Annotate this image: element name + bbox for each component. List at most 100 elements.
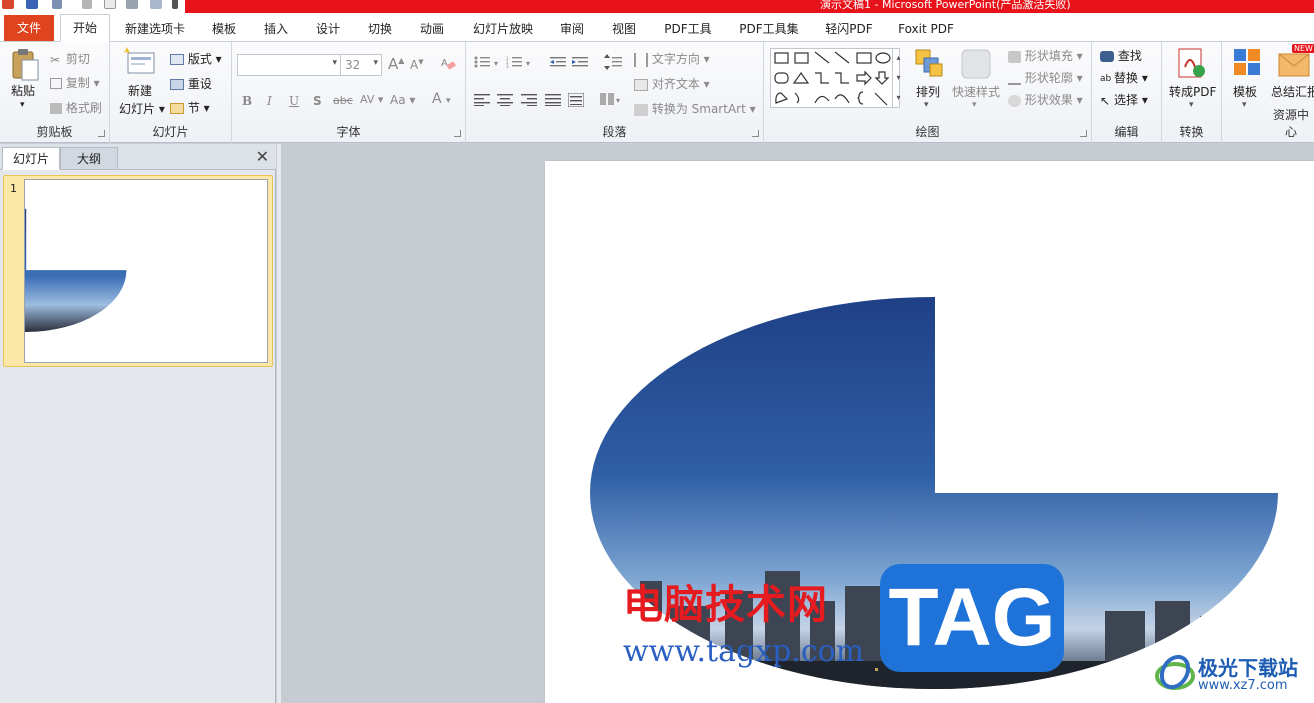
shape-outline-button[interactable]: 形状轮廓 ▾ [1008, 69, 1083, 86]
customize-qat-icon[interactable] [172, 0, 178, 9]
strikethrough-button[interactable]: abc [333, 94, 353, 107]
tab-foxit-pdf[interactable]: Foxit PDF [892, 16, 960, 42]
templates-dropdown[interactable]: ▾ [1242, 100, 1247, 110]
columns-icon[interactable]: ▾ [600, 93, 624, 108]
grow-font-button[interactable]: A▲ [388, 55, 404, 73]
group-font: ▾ 32 ▾ A▲ A▼ A B I U S abc AV ▾ Aa ▾ A ▾… [232, 42, 466, 143]
watermark-url: www.tagxp.com [623, 634, 865, 669]
tab-slideshow[interactable]: 幻灯片放映 [466, 16, 540, 42]
clipboard-launcher-icon[interactable] [98, 130, 105, 137]
text-shadow-button[interactable]: S [313, 94, 322, 108]
bullets-button[interactable]: ▾ [474, 56, 500, 71]
italic-button[interactable]: I [267, 94, 272, 108]
paste-button[interactable] [10, 48, 40, 85]
tab-outline-pane[interactable]: 大纲 [60, 147, 118, 170]
cut-button[interactable]: ✂ 剪切 [50, 50, 90, 67]
tab-transitions[interactable]: 切换 [360, 16, 400, 42]
new-slide-label-1[interactable]: 新建 [128, 82, 152, 99]
replace-button[interactable]: ab 替换 ▾ [1100, 69, 1148, 86]
align-text-button[interactable]: 对齐文本 ▾ [634, 75, 710, 92]
paste-dropdown[interactable]: ▾ [20, 100, 25, 110]
copy-button[interactable]: 复制 ▾ [50, 74, 100, 91]
reset-icon [170, 79, 184, 90]
find-button[interactable]: 查找 [1100, 47, 1142, 64]
to-pdf-dropdown[interactable]: ▾ [1189, 100, 1194, 110]
smartart-label: 转换为 SmartArt [651, 102, 746, 116]
section-icon [170, 103, 184, 114]
quick-styles-dropdown[interactable]: ▾ [972, 100, 977, 110]
change-case-label: Aa [390, 93, 406, 107]
preview-icon[interactable] [150, 0, 162, 9]
underline-button[interactable]: U [289, 94, 299, 108]
shrink-font-button[interactable]: A▼ [410, 58, 424, 72]
justify-icon[interactable] [545, 94, 561, 109]
font-launcher-icon[interactable] [454, 130, 461, 137]
templates-button[interactable]: 模板 [1233, 83, 1257, 100]
change-case-button[interactable]: Aa ▾ [390, 93, 415, 107]
drawing-launcher-icon[interactable] [1080, 130, 1087, 137]
tab-review[interactable]: 审阅 [552, 16, 592, 42]
font-color-button[interactable]: A ▾ [432, 91, 451, 107]
tab-slides-pane[interactable]: 幻灯片 [2, 147, 60, 170]
align-right-icon[interactable] [521, 94, 537, 109]
section-button[interactable]: 节 ▾ [170, 99, 210, 116]
clear-format-icon[interactable]: A [440, 55, 456, 74]
distributed-icon[interactable] [567, 92, 585, 110]
templates-icon [1232, 47, 1264, 82]
increase-indent-icon[interactable] [572, 56, 588, 71]
save-icon[interactable] [26, 0, 38, 9]
bold-button[interactable]: B [242, 94, 252, 108]
pane-splitter[interactable] [277, 144, 281, 703]
align-center-icon[interactable] [497, 94, 513, 109]
text-direction-button[interactable]: 文字方向 ▾ [634, 50, 710, 67]
tab-new-tab[interactable]: 新建选项卡 [118, 16, 192, 42]
app-icon [2, 0, 14, 9]
tab-view[interactable]: 视图 [604, 16, 644, 42]
align-left-icon[interactable] [474, 94, 490, 109]
new-icon[interactable] [104, 0, 116, 9]
shapes-gallery[interactable] [770, 48, 900, 108]
paragraph-launcher-icon[interactable] [752, 130, 759, 137]
tab-home[interactable]: 开始 [60, 14, 110, 42]
to-pdf-button[interactable]: 转成PDF [1169, 83, 1216, 100]
svg-text:▾: ▾ [616, 96, 620, 105]
decrease-indent-icon[interactable] [550, 56, 566, 71]
slide-thumbnail-selected[interactable]: 1 [3, 175, 273, 367]
ribbon-tabs: 文件 开始 新建选项卡 模板 插入 设计 切换 动画 幻灯片放映 审阅 视图 P… [0, 13, 1314, 42]
new-slide-button[interactable]: 幻灯片 ▾ [119, 100, 165, 117]
shape-effects-button[interactable]: 形状效果 ▾ [1008, 91, 1083, 108]
summary-button[interactable]: 总结汇报 [1271, 83, 1314, 100]
select-button[interactable]: ↖ 选择 ▾ [1100, 91, 1148, 108]
tab-qingshan-pdf[interactable]: 轻闪PDF [818, 16, 880, 42]
tab-file[interactable]: 文件 [4, 15, 54, 41]
tab-design[interactable]: 设计 [308, 16, 348, 42]
numbering-button[interactable]: 1 2 3 ▾ [506, 56, 532, 71]
layout-button[interactable]: 版式 ▾ [170, 50, 222, 67]
format-painter-button[interactable]: 格式刷 [50, 99, 102, 116]
arrange-button[interactable]: 排列 [916, 83, 940, 100]
smartart-button[interactable]: 转换为 SmartArt ▾ [634, 100, 756, 117]
group-convert: 转成PDF ▾ 转换 [1162, 42, 1222, 143]
font-size-select[interactable]: 32 ▾ [340, 54, 382, 76]
shape-outline-label: 形状轮廓 [1024, 71, 1073, 85]
font-name-select[interactable]: ▾ [237, 54, 341, 76]
slide-thumbnail[interactable] [24, 179, 268, 363]
tab-templates[interactable]: 模板 [204, 16, 244, 42]
arrange-dropdown[interactable]: ▾ [924, 100, 929, 110]
line-spacing-icon[interactable] [604, 54, 626, 73]
tab-pdf-tools[interactable]: PDF工具 [656, 16, 720, 42]
reset-button[interactable]: 重设 [170, 75, 212, 92]
watermark-cn-text: 电脑技术网 [623, 582, 828, 628]
paste-label[interactable]: 粘贴 [11, 82, 35, 99]
tab-pdf-toolset[interactable]: PDF工具集 [732, 16, 806, 42]
print-icon[interactable] [126, 0, 138, 9]
shape-fill-button[interactable]: 形状填充 ▾ [1008, 47, 1083, 64]
char-spacing-button[interactable]: AV ▾ [360, 93, 383, 106]
quick-styles-button[interactable]: 快速样式 [952, 83, 1000, 100]
tab-animations[interactable]: 动画 [412, 16, 452, 42]
close-icon[interactable]: ✕ [256, 147, 269, 166]
shapes-gallery-scroll[interactable]: ▴ ▾ ▾ [892, 48, 904, 108]
tab-insert[interactable]: 插入 [256, 16, 296, 42]
redo-icon[interactable] [82, 0, 92, 9]
undo-icon[interactable] [52, 0, 62, 9]
